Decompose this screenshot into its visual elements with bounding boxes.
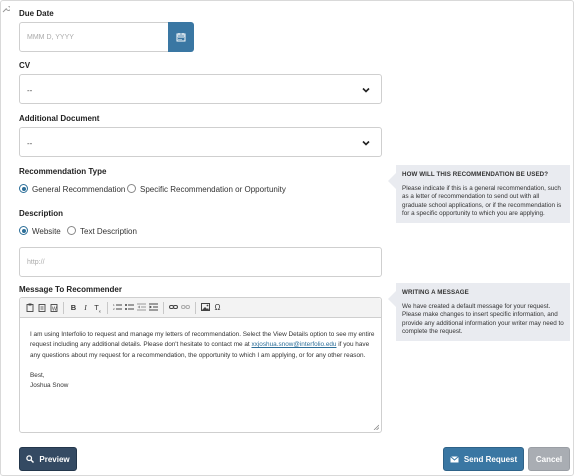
recommendation-use-tip-text: Please indicate if this is a general rec…: [402, 184, 562, 218]
website-url-input[interactable]: http://: [19, 247, 382, 277]
general-recommendation-label: General Recommendation: [32, 185, 126, 194]
cancel-button-label: Cancel: [535, 454, 563, 464]
editor-toolbar: W B I Tx 12 Ω: [20, 298, 381, 318]
cv-label: CV: [19, 61, 31, 70]
cv-value: --: [27, 86, 33, 95]
calendar-button[interactable]: [168, 22, 194, 52]
chevron-down-icon: [362, 140, 370, 146]
chevron-down-icon: [362, 87, 370, 93]
recommendation-use-tip: HOW WILL THIS RECOMMENDATION BE USED? Pl…: [388, 165, 570, 223]
specific-recommendation-label: Specific Recommendation or Opportunity: [140, 185, 286, 194]
send-request-button-label: Send Request: [463, 454, 518, 464]
radio-website[interactable]: [19, 226, 28, 235]
remove-format-icon[interactable]: Tx: [93, 303, 102, 314]
paste-text-icon[interactable]: [37, 303, 46, 313]
radio-general-recommendation[interactable]: [19, 184, 28, 193]
search-icon: [26, 455, 35, 463]
writing-message-tip-title: WRITING A MESSAGE: [402, 289, 469, 296]
recommendation-type-label: Recommendation Type: [19, 167, 107, 176]
message-body[interactable]: I am using Interfolio to request and man…: [30, 330, 375, 392]
radio-specific-recommendation[interactable]: [127, 184, 136, 193]
paste-word-icon[interactable]: W: [49, 303, 58, 313]
image-icon[interactable]: [201, 303, 210, 313]
toolbar-divider: [107, 302, 108, 314]
radio-text-description[interactable]: [67, 226, 76, 235]
preview-button-label: Preview: [39, 454, 70, 464]
writing-message-tip: WRITING A MESSAGE We have created a defa…: [388, 283, 570, 341]
italic-icon[interactable]: I: [81, 303, 90, 313]
website-url-placeholder: http://: [27, 259, 45, 266]
bullet-list-icon[interactable]: [125, 303, 134, 313]
increase-indent-icon[interactable]: [149, 303, 158, 313]
description-label: Description: [19, 209, 64, 218]
unlink-icon[interactable]: [181, 303, 190, 313]
preview-button[interactable]: Preview: [19, 447, 77, 471]
toolbar-divider: [63, 302, 64, 314]
additional-document-label: Additional Document: [19, 114, 100, 123]
numbered-list-icon[interactable]: 12: [113, 303, 122, 313]
cancel-button[interactable]: Cancel: [528, 447, 570, 471]
calendar-icon: [176, 33, 186, 42]
writing-message-tip-text: We have created a default message for yo…: [402, 302, 564, 336]
additional-document-select[interactable]: --: [19, 127, 382, 157]
due-date-placeholder: MMM D, YYYY: [27, 34, 74, 41]
email-link[interactable]: xxjoshua.snow@interfolio.edu: [251, 341, 336, 348]
decrease-indent-icon[interactable]: [137, 303, 146, 313]
due-date-input[interactable]: MMM D, YYYY: [19, 22, 169, 52]
envelope-icon: [450, 455, 459, 462]
link-icon[interactable]: [169, 303, 178, 313]
text-description-label: Text Description: [80, 227, 137, 236]
message-signature: Joshua Snow: [30, 382, 69, 390]
due-date-label: Due Date: [19, 9, 54, 18]
additional-document-value: --: [27, 139, 33, 148]
svg-text:W: W: [52, 307, 57, 313]
message-signoff: Best,: [30, 372, 45, 380]
message-label: Message To Recommender: [19, 285, 122, 294]
special-character-icon[interactable]: Ω: [213, 303, 222, 313]
send-request-button[interactable]: Send Request: [443, 447, 524, 471]
resize-handle-icon[interactable]: [373, 424, 379, 430]
cv-select[interactable]: --: [19, 74, 382, 104]
wrench-icon: [2, 5, 11, 13]
svg-text:2: 2: [113, 307, 115, 311]
paste-icon[interactable]: [25, 303, 34, 313]
toolbar-divider: [163, 302, 164, 314]
message-editor[interactable]: W B I Tx 12 Ω I am using Interfolio to r…: [19, 297, 382, 433]
bold-icon[interactable]: B: [69, 303, 78, 313]
recommendation-use-tip-title: HOW WILL THIS RECOMMENDATION BE USED?: [402, 171, 549, 178]
toolbar-divider: [195, 302, 196, 314]
website-label: Website: [32, 227, 61, 236]
